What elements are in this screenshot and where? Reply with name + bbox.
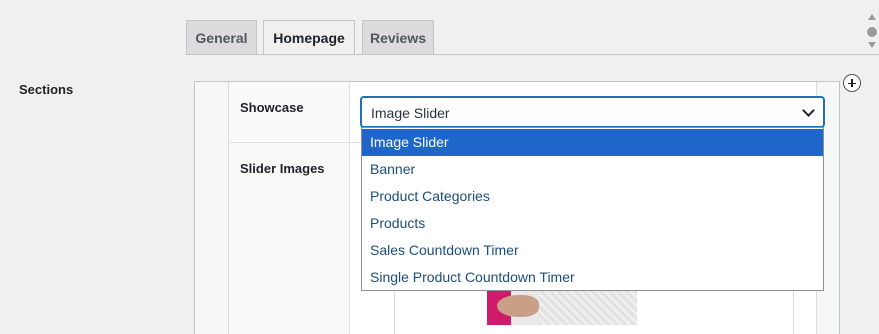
- tab-general[interactable]: General: [186, 20, 257, 54]
- tab-reviews[interactable]: Reviews: [362, 20, 434, 54]
- chevron-down-icon: [802, 104, 815, 117]
- option-sales-countdown-timer[interactable]: Sales Countdown Timer: [362, 237, 823, 264]
- scroll-down-icon[interactable]: [868, 42, 876, 48]
- scroll-up-icon[interactable]: [868, 14, 876, 20]
- field-label-column: [229, 82, 350, 334]
- thumbnail-background: [539, 285, 637, 325]
- option-product-categories[interactable]: Product Categories: [362, 183, 823, 210]
- slider-image-thumbnail[interactable]: [487, 285, 637, 325]
- slider-images-label: Slider Images: [240, 161, 325, 176]
- option-banner[interactable]: Banner: [362, 156, 823, 183]
- thumbnail-figure: [497, 295, 539, 317]
- showcase-select-value: Image Slider: [371, 105, 450, 121]
- plus-circle-icon[interactable]: [843, 74, 861, 92]
- tab-homepage[interactable]: Homepage: [263, 20, 355, 55]
- tab-scroll-control[interactable]: [865, 10, 879, 52]
- option-image-slider[interactable]: Image Slider: [362, 129, 823, 156]
- settings-page: General Homepage Reviews Sections Showca…: [0, 0, 879, 334]
- row-drag-handle[interactable]: [195, 82, 229, 334]
- tabs-divider: [186, 54, 879, 55]
- option-single-product-countdown-timer[interactable]: Single Product Countdown Timer: [362, 264, 823, 291]
- option-products[interactable]: Products: [362, 210, 823, 237]
- showcase-select[interactable]: Image Slider: [361, 97, 824, 127]
- scroll-thumb[interactable]: [867, 27, 877, 37]
- showcase-dropdown-list: Image Slider Banner Product Categories P…: [361, 127, 824, 291]
- showcase-label: Showcase: [240, 100, 304, 115]
- sections-label: Sections: [19, 82, 74, 97]
